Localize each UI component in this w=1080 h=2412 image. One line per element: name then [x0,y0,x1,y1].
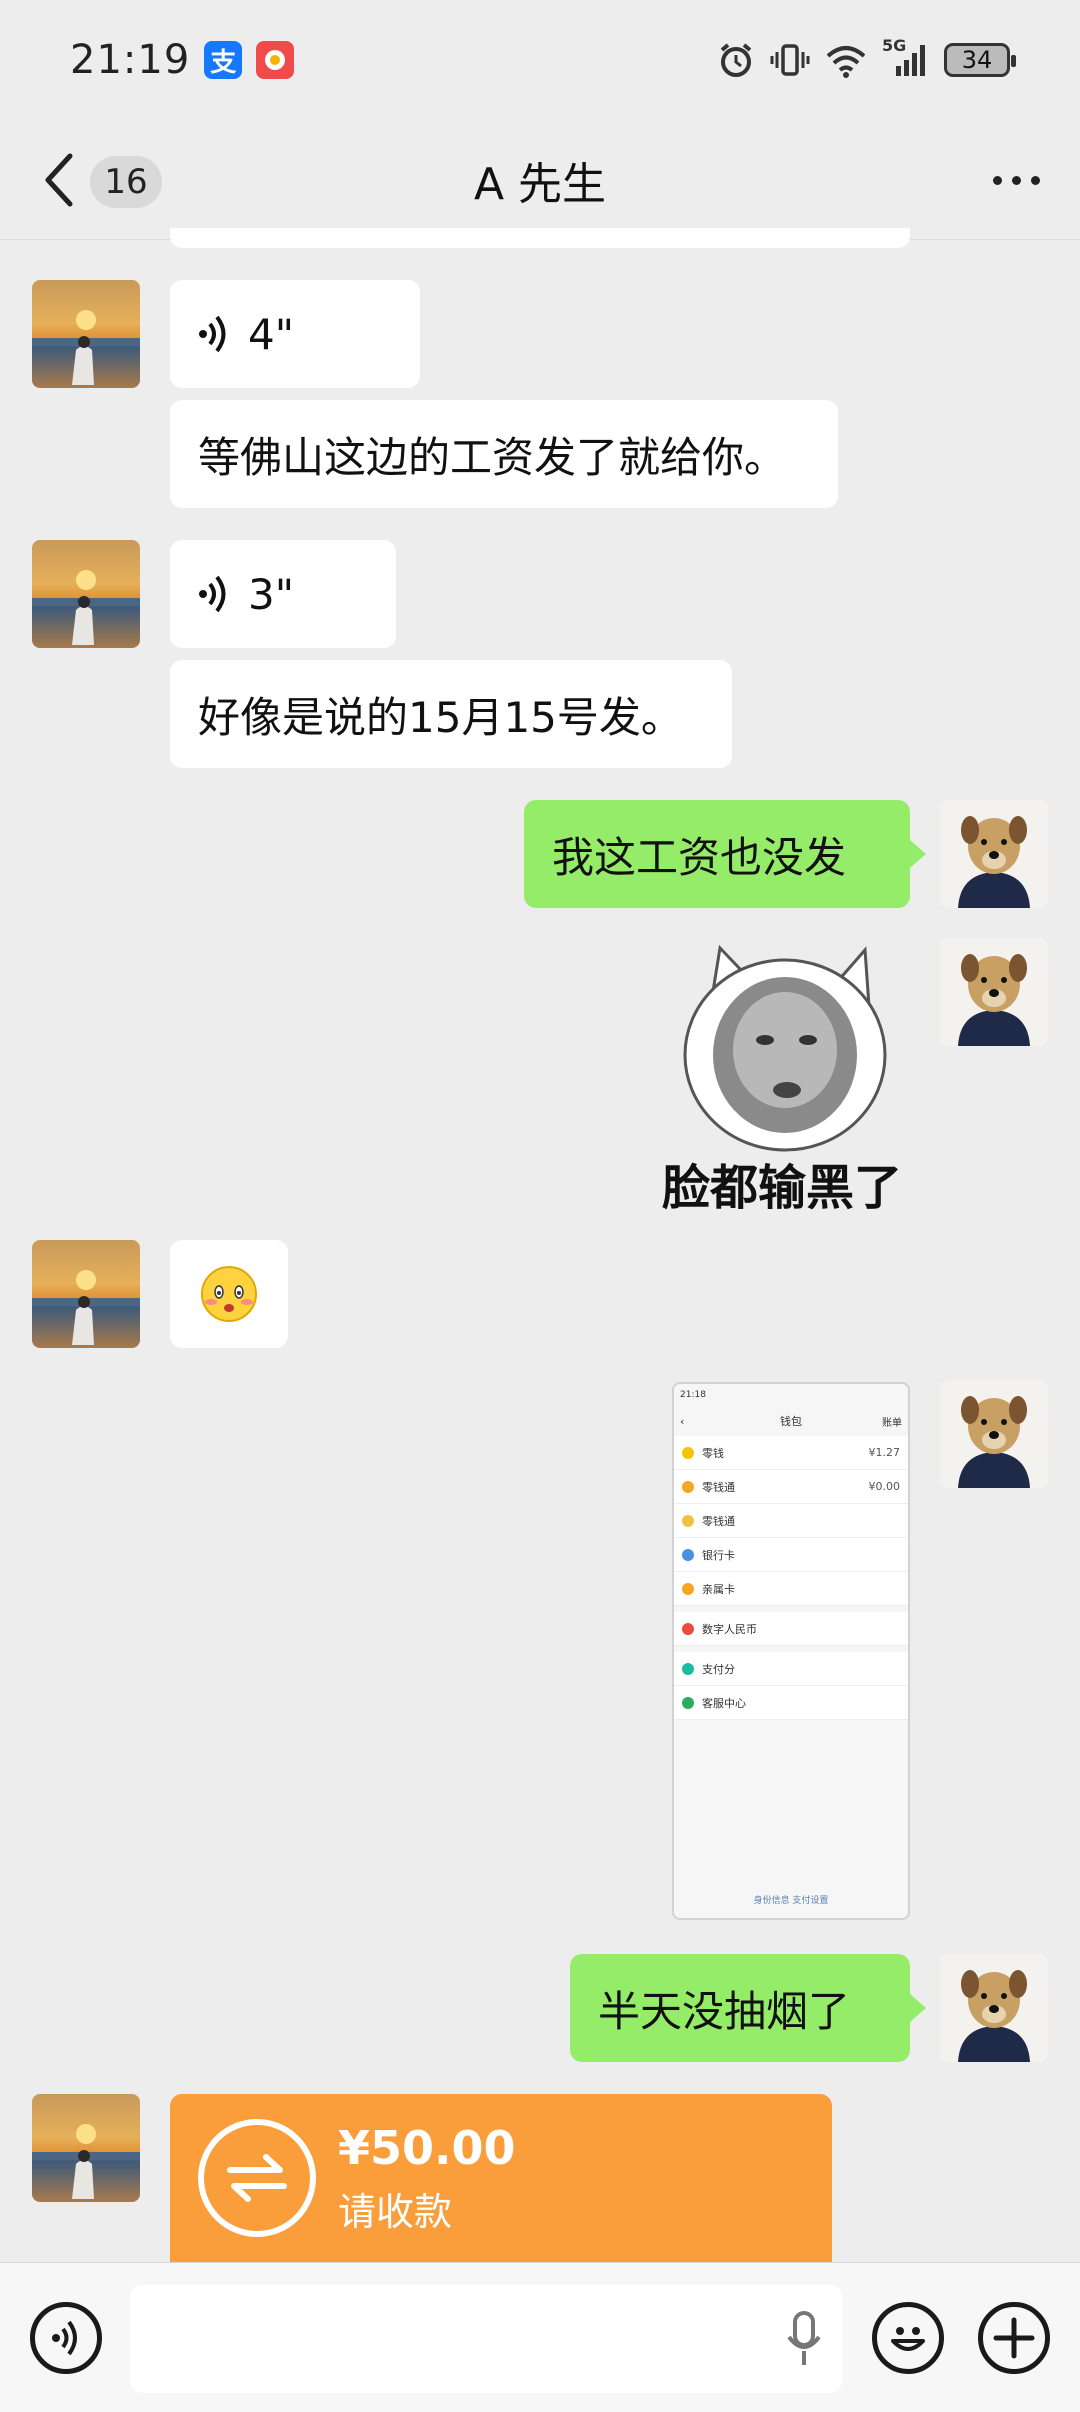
contact-avatar[interactable] [32,280,140,388]
message-text: 等佛山这边的工资发了就给你。 [198,432,787,482]
voice-message[interactable]: 3" [170,540,396,648]
thumb-title: 钱包 [780,1415,802,1428]
voice-message[interactable]: 4" [170,280,420,388]
thumb-row: 亲属卡 [674,1572,908,1606]
transfer-card[interactable]: ¥50.00 请收款 [170,2094,832,2262]
voice-duration: 4" [248,309,295,359]
microphone-icon[interactable] [786,2309,822,2373]
text-message[interactable]: 等佛山这边的工资发了就给你。 [170,400,838,508]
voice-wave-icon [198,312,230,356]
crying-baby-sticker [683,944,887,1152]
plus-icon[interactable] [978,2302,1050,2374]
alarm-icon [716,40,756,80]
wifi-icon [824,40,868,80]
transfer-amount: ¥50.00 [338,2120,516,2175]
voice-wave-icon [198,572,230,616]
my-avatar[interactable] [940,938,1048,1046]
signal-icon: 5G [882,36,930,80]
thumb-row: 数字人民币 [674,1612,908,1646]
thumb-footer: 身份信息 支付设置 [753,1896,829,1906]
contact-avatar[interactable] [32,1240,140,1348]
thumb-status-bar: 21:18 [674,1384,908,1406]
thumb-row: 支付分 [674,1652,908,1686]
text-message[interactable]: 我这工资也没发 [524,800,926,908]
shy-face-emoji [201,1266,257,1322]
contact-avatar[interactable] [32,2094,140,2202]
message-text: 好像是说的15月15号发。 [198,692,683,742]
thumb-row: 零钱 ¥1.27 [674,1436,908,1470]
message-text: 我这工资也没发 [552,832,847,882]
back-button[interactable]: 16 [40,150,162,214]
battery-indicator: 34 [944,43,1016,77]
status-time: 21:19 [70,37,191,83]
my-avatar[interactable] [940,1954,1048,2062]
thumb-row: 银行卡 [674,1538,908,1572]
sticker-caption: 脸都输黑了 [662,1160,903,1216]
emoji-icon[interactable] [872,2302,944,2374]
text-message[interactable]: 好像是说的15月15号发。 [170,660,732,768]
contact-avatar[interactable] [32,540,140,648]
chat-title: A 先生 [473,158,607,210]
thumb-row: 客服中心 [674,1686,908,1720]
chat-header: 16 A 先生 [0,120,1080,240]
transfer-label: 请收款 [338,2189,453,2234]
vibrate-icon [770,40,810,80]
back-icon [40,150,76,214]
network-type: 5G [882,36,907,55]
notification-app-icon [256,41,295,79]
more-icon[interactable] [993,160,1040,200]
text-message[interactable]: 半天没抽烟了 [570,1954,926,2062]
input-bar [0,2262,1080,2412]
message-text: 半天没抽烟了 [598,1986,851,2036]
sticker-message[interactable]: 脸都输黑了 [660,940,910,1216]
emoji-message[interactable] [170,1240,288,1348]
voice-input-icon[interactable] [30,2302,102,2374]
wallet-screenshot[interactable]: 21:18 ‹ 钱包 账单 零钱 ¥1.27 零钱通 ¥0.00 零钱通 银行卡 亲… [672,1382,910,1920]
message-input[interactable] [130,2285,842,2393]
voice-duration: 3" [248,569,295,619]
unread-count-badge: 16 [90,156,162,208]
status-bar: 21:19 支 5G 34 [0,0,1080,120]
my-avatar[interactable] [940,1380,1048,1488]
thumb-header: ‹ 钱包 账单 [680,1414,902,1429]
thumb-row: 零钱通 [674,1504,908,1538]
partial-message-bubble[interactable] [170,228,910,248]
my-avatar[interactable] [940,800,1048,908]
alipay-icon: 支 [204,41,243,79]
thumb-time: 21:18 [680,1390,706,1400]
thumb-bill-link: 账单 [882,1417,902,1429]
transfer-arrows-icon [198,2119,316,2237]
thumb-row: 零钱通 ¥0.00 [674,1470,908,1504]
